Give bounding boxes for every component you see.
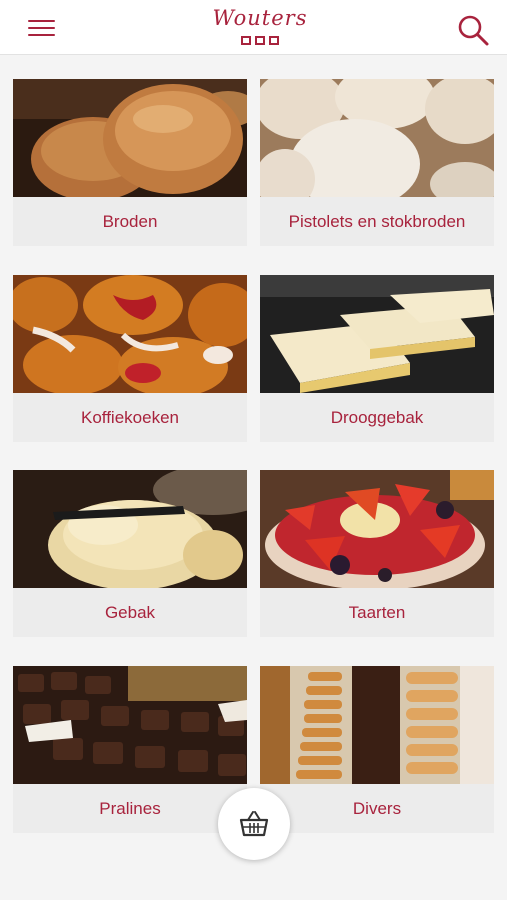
category-grid: Broden Pistolets en stokbroden Koffiekoe…	[0, 0, 507, 900]
category-tile-pralines[interactable]: Pralines	[13, 666, 247, 833]
pistolets-photo	[260, 79, 494, 197]
gebak-photo	[13, 470, 247, 588]
category-label: Divers	[260, 784, 494, 833]
category-tile-taarten[interactable]: Taarten	[260, 470, 494, 637]
category-label: Gebak	[13, 588, 247, 637]
category-tile-drooggebak[interactable]: Drooggebak	[260, 275, 494, 442]
drooggebak-photo	[260, 275, 494, 393]
category-label: Taarten	[260, 588, 494, 637]
category-tile-pistolets[interactable]: Pistolets en stokbroden	[260, 79, 494, 246]
category-label: Pralines	[13, 784, 247, 833]
pralines-photo	[13, 666, 247, 784]
category-label: Drooggebak	[260, 393, 494, 442]
broden-photo	[13, 79, 247, 197]
divers-photo	[260, 666, 494, 784]
shopping-basket-icon	[239, 811, 269, 837]
category-label: Pistolets en stokbroden	[260, 197, 494, 246]
koffiekoeken-photo	[13, 275, 247, 393]
category-tile-broden[interactable]: Broden	[13, 79, 247, 246]
category-label: Broden	[13, 197, 247, 246]
category-tile-gebak[interactable]: Gebak	[13, 470, 247, 637]
taarten-photo	[260, 470, 494, 588]
category-label: Koffiekoeken	[13, 393, 247, 442]
category-tile-divers[interactable]: Divers	[260, 666, 494, 833]
cart-button[interactable]	[218, 788, 290, 860]
category-tile-koffiekoeken[interactable]: Koffiekoeken	[13, 275, 247, 442]
